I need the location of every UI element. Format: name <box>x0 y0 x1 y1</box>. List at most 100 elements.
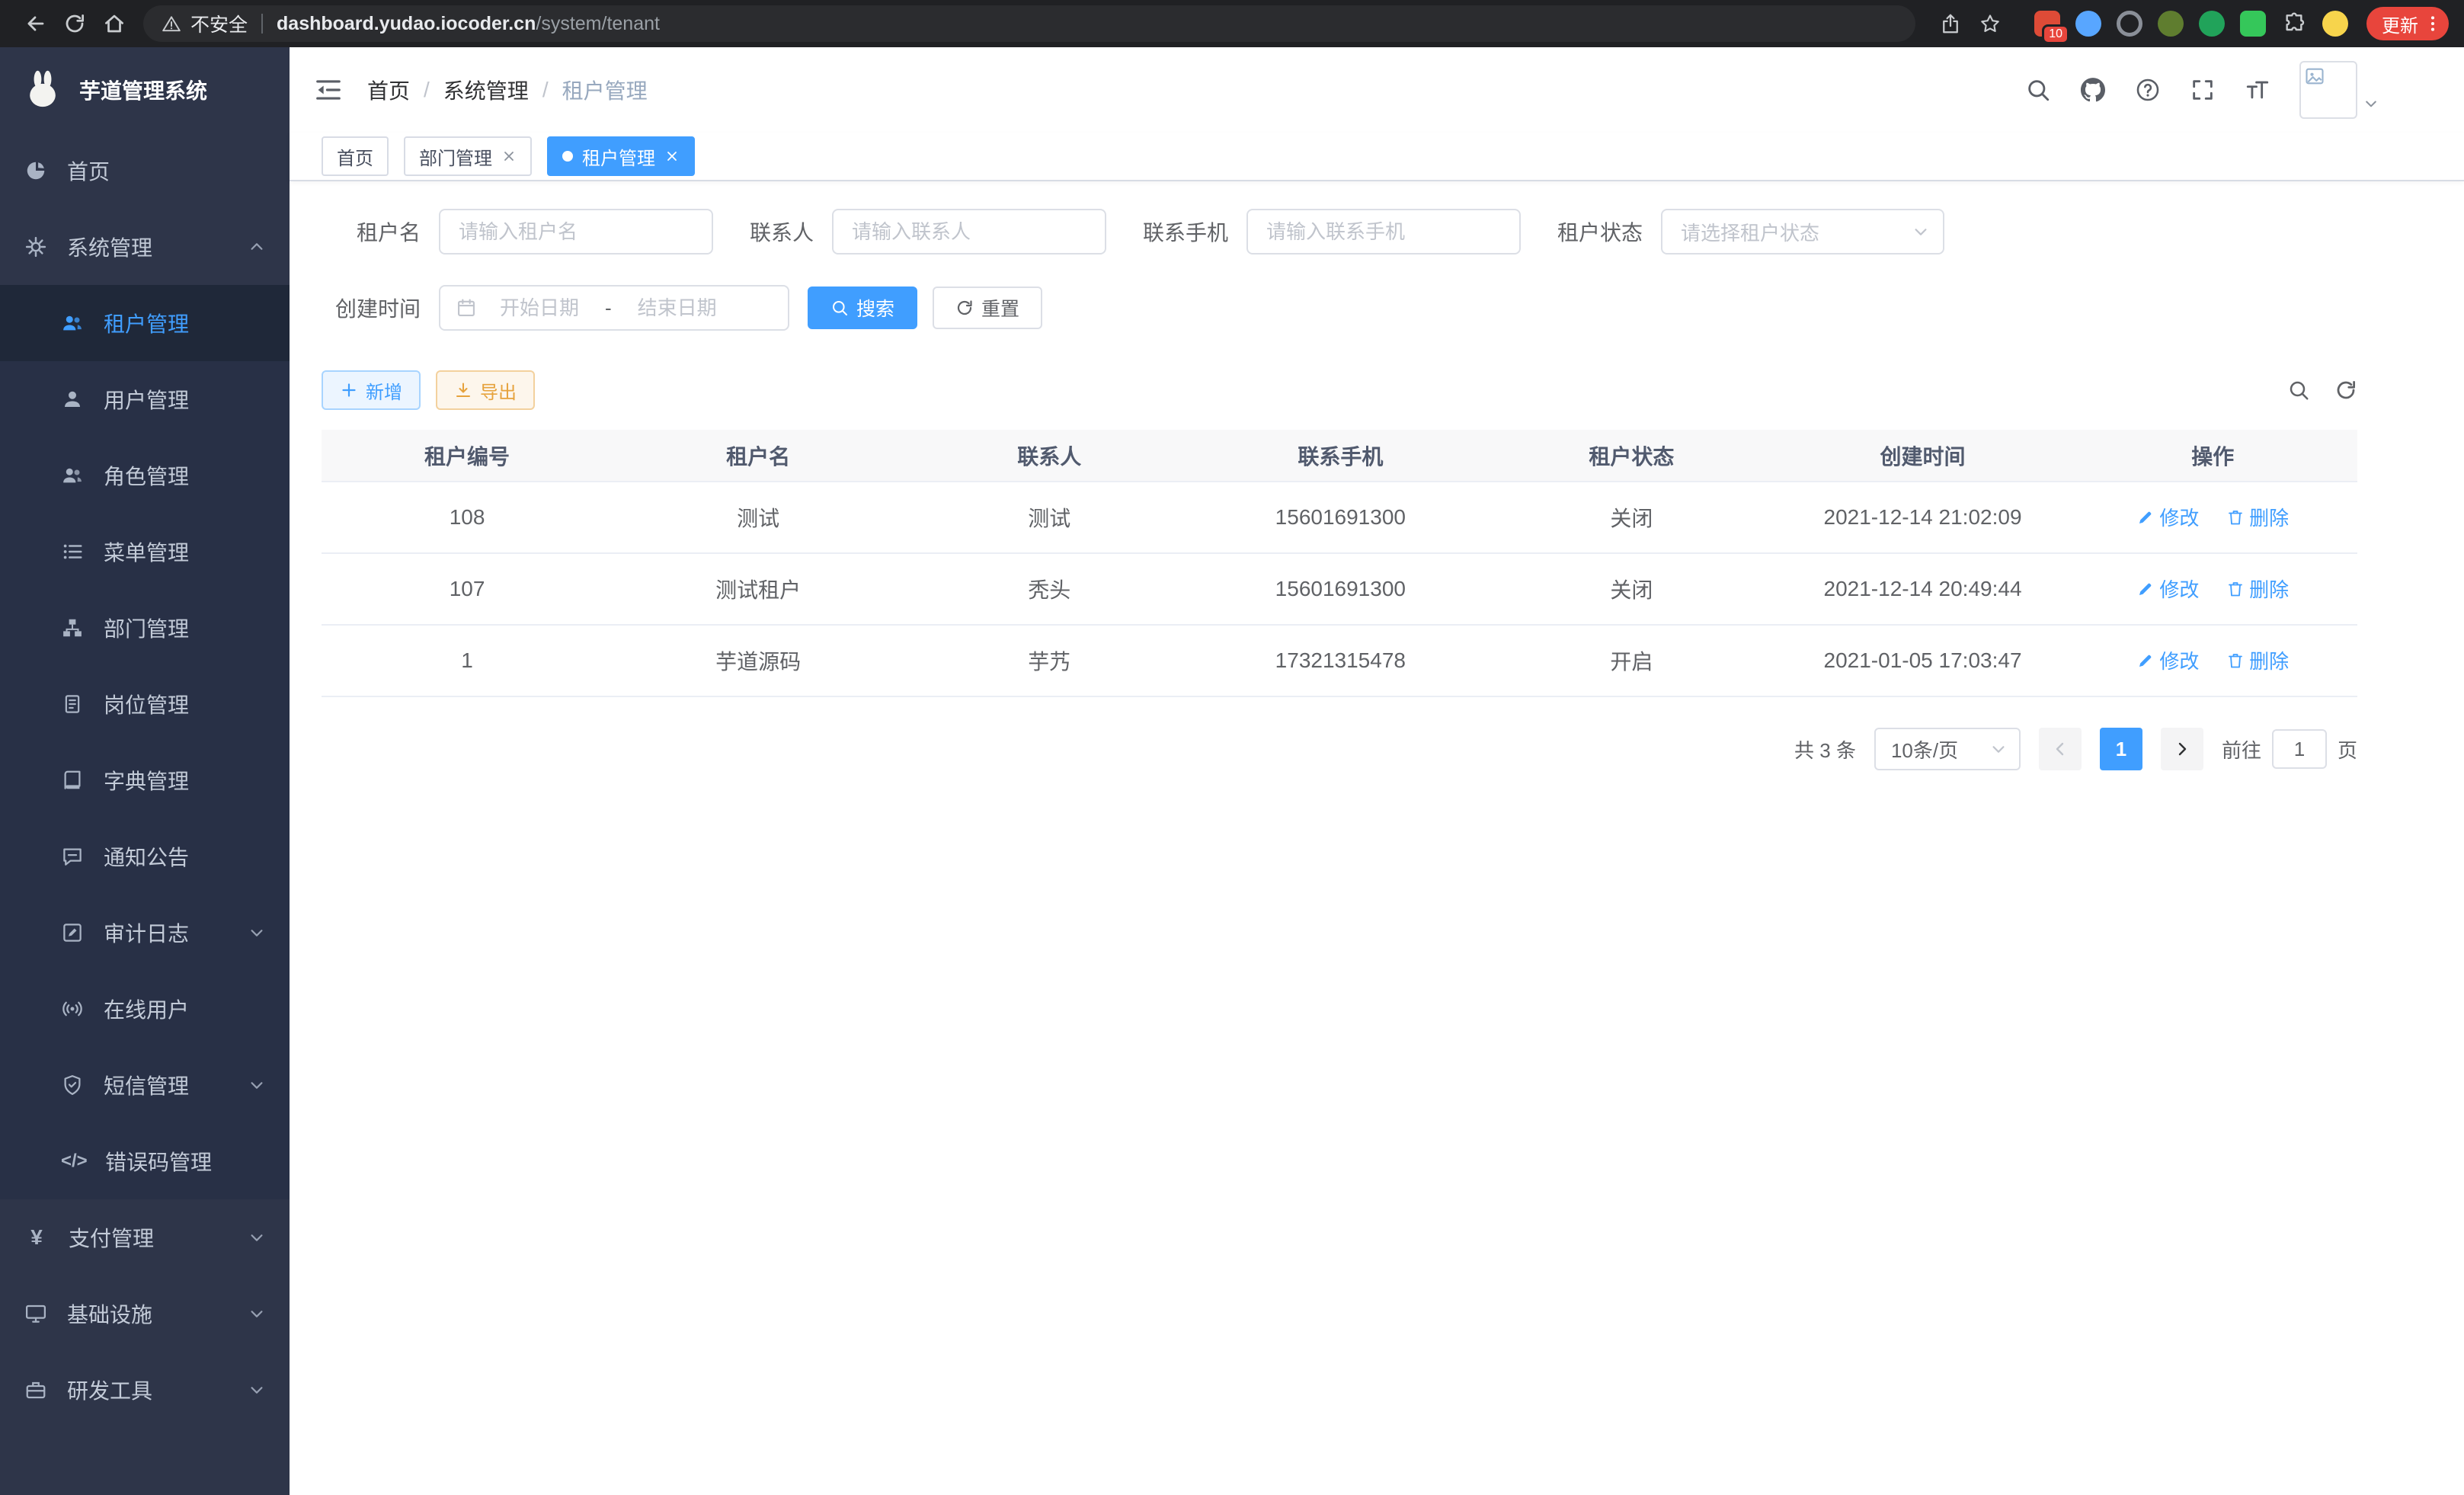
tab-dept[interactable]: 部门管理 <box>404 136 532 176</box>
extension-icon[interactable] <box>2117 11 2142 37</box>
start-date-input[interactable] <box>480 296 599 320</box>
sidebar-item-menu[interactable]: 菜单管理 <box>0 514 290 590</box>
edit-link[interactable]: 修改 <box>2136 503 2199 531</box>
close-icon[interactable] <box>664 149 680 164</box>
edit-link[interactable]: 修改 <box>2136 575 2199 603</box>
close-icon[interactable] <box>501 149 517 164</box>
browser-profile-avatar[interactable] <box>2322 11 2348 37</box>
cell-status: 关闭 <box>1486 482 1777 553</box>
browser-back-button[interactable] <box>15 4 55 43</box>
user-avatar-dropdown[interactable] <box>2299 61 2379 119</box>
sidebar-logo[interactable]: 芋道管理系统 <box>0 47 290 133</box>
security-warning-icon[interactable] <box>162 14 181 34</box>
sidebar-item-error-code[interactable]: </> 错误码管理 <box>0 1123 290 1199</box>
end-date-input[interactable] <box>618 296 737 320</box>
list-icon <box>61 540 84 563</box>
cell-tenant-id: 107 <box>322 553 613 625</box>
breadcrumb-item[interactable]: 首页 <box>367 75 410 105</box>
extension-icon[interactable] <box>2199 11 2225 37</box>
sidebar-item-sms[interactable]: 短信管理 <box>0 1047 290 1123</box>
delete-link[interactable]: 删除 <box>2226 646 2289 674</box>
search-button[interactable]: 搜索 <box>808 287 917 329</box>
tab-tenant[interactable]: 租户管理 <box>547 136 695 176</box>
bookmark-star-icon[interactable] <box>1970 4 2010 43</box>
browser-actions: 10 更新 <box>1931 4 2449 43</box>
extension-icon[interactable] <box>2075 11 2101 37</box>
sidebar-item-notice[interactable]: 通知公告 <box>0 818 290 895</box>
sidebar-item-online-user[interactable]: 在线用户 <box>0 971 290 1047</box>
filter-tenant-name: 租户名 <box>322 209 713 255</box>
add-button[interactable]: 新增 <box>322 370 421 410</box>
edit-link[interactable]: 修改 <box>2136 646 2199 674</box>
sidebar-item-post[interactable]: 岗位管理 <box>0 666 290 742</box>
column-header: 租户编号 <box>322 430 613 482</box>
delete-link[interactable]: 删除 <box>2226 575 2289 603</box>
tenant-name-input[interactable] <box>439 209 713 255</box>
yen-icon: ¥ <box>24 1225 49 1250</box>
date-range-picker[interactable]: - <box>439 285 789 331</box>
url-path[interactable]: /system/tenant <box>536 13 660 35</box>
user-icon <box>61 388 84 411</box>
extension-badge: 10 <box>2042 24 2069 44</box>
breadcrumb-item[interactable]: 系统管理 <box>443 75 529 105</box>
security-warning-label[interactable]: 不安全 <box>190 10 248 37</box>
sidebar-item-infra[interactable]: 基础设施 <box>0 1276 290 1352</box>
status-select[interactable]: 请选择租户状态 <box>1661 209 1944 255</box>
table-row: 108 测试 测试 15601691300 关闭 2021-12-14 21:0… <box>322 482 2357 553</box>
fullscreen-icon[interactable] <box>2190 77 2216 103</box>
extension-icon[interactable] <box>2240 11 2266 37</box>
goto-page-input[interactable] <box>2272 729 2327 769</box>
toolbox-icon <box>24 1378 47 1401</box>
sidebar-item-home[interactable]: 首页 <box>0 133 290 209</box>
tab-home[interactable]: 首页 <box>322 136 389 176</box>
next-page-button[interactable] <box>2161 728 2203 770</box>
sidebar-item-user[interactable]: 用户管理 <box>0 361 290 437</box>
github-icon[interactable] <box>2080 77 2106 103</box>
cell-contact: 秃头 <box>904 553 1195 625</box>
search-icon[interactable] <box>2025 77 2051 103</box>
font-size-icon[interactable] <box>2245 77 2270 103</box>
sidebar-item-dept[interactable]: 部门管理 <box>0 590 290 666</box>
avatar[interactable] <box>2299 61 2357 119</box>
sidebar-item-label: 审计日志 <box>104 917 189 948</box>
extension-icon[interactable] <box>2158 11 2184 37</box>
extensions-puzzle-icon[interactable] <box>2281 11 2307 37</box>
share-icon[interactable] <box>1931 4 1970 43</box>
pencil-icon <box>2136 651 2155 670</box>
sidebar-item-label: 租户管理 <box>104 308 189 338</box>
extension-icon[interactable]: 10 <box>2034 11 2060 37</box>
url-domain[interactable]: dashboard.yudao.iocoder.cn <box>277 13 536 35</box>
sidebar-item-label: 基础设施 <box>67 1298 152 1329</box>
browser-update-button[interactable]: 更新 <box>2366 7 2449 40</box>
sidebar-item-system[interactable]: 系统管理 <box>0 209 290 285</box>
filter-phone: 联系手机 <box>1143 209 1521 255</box>
address-bar[interactable]: 不安全 dashboard.yudao.iocoder.cn /system/t… <box>143 5 1915 42</box>
sidebar-item-dev-tools[interactable]: 研发工具 <box>0 1352 290 1428</box>
filter-row-1: 租户名 联系人 联系手机 租户状态 请选择租户状态 <box>322 209 2357 255</box>
help-icon[interactable] <box>2135 77 2161 103</box>
browser-home-button[interactable] <box>94 4 134 43</box>
browser-reload-button[interactable] <box>55 4 94 43</box>
chevron-down-icon <box>1912 223 1929 240</box>
sidebar-item-audit-log[interactable]: 审计日志 <box>0 895 290 971</box>
sidebar-item-dict[interactable]: 字典管理 <box>0 742 290 818</box>
current-page-button[interactable]: 1 <box>2100 728 2142 770</box>
show-search-icon[interactable] <box>2287 379 2310 402</box>
book-icon <box>61 769 84 792</box>
page-size-value: 10条/页 <box>1891 735 1958 764</box>
phone-input[interactable] <box>1246 209 1521 255</box>
export-button[interactable]: 导出 <box>436 370 535 410</box>
prev-page-button[interactable] <box>2039 728 2082 770</box>
sidebar-menu: 首页 系统管理 租户管理 用户管理 角色管理 <box>0 133 290 1495</box>
sidebar-item-tenant[interactable]: 租户管理 <box>0 285 290 361</box>
filter-contact: 联系人 <box>750 209 1106 255</box>
contact-input[interactable] <box>832 209 1106 255</box>
app-header: 首页 / 系统管理 / 租户管理 <box>290 47 2464 133</box>
reset-button[interactable]: 重置 <box>933 287 1042 329</box>
page-size-select[interactable]: 10条/页 <box>1874 728 2021 770</box>
sidebar-item-payment[interactable]: ¥ 支付管理 <box>0 1199 290 1276</box>
sidebar-item-role[interactable]: 角色管理 <box>0 437 290 514</box>
sidebar-collapse-icon[interactable] <box>314 75 343 104</box>
delete-link[interactable]: 删除 <box>2226 503 2289 531</box>
refresh-table-icon[interactable] <box>2334 379 2357 402</box>
